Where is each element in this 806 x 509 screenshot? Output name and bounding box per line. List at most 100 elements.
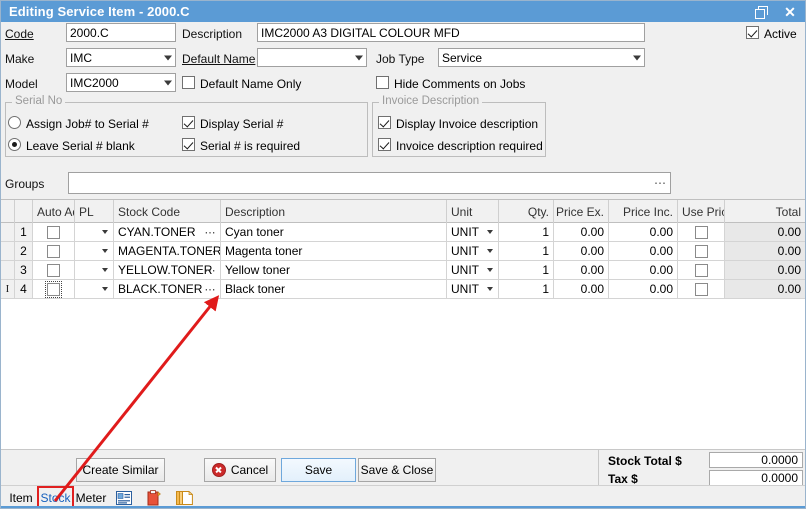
table-row[interactable]: I 4 BLACK.TONER ⋯ Black toner UNIT 1 0.0… [1, 280, 805, 299]
row-description-cell[interactable]: Yellow toner [221, 261, 447, 280]
create-similar-button[interactable]: Create Similar [76, 458, 165, 482]
auto-add-checkbox[interactable] [47, 245, 60, 258]
auto-add-checkbox[interactable] [47, 264, 60, 277]
groups-input[interactable]: ⋯ [68, 172, 671, 194]
row-unit-cell[interactable]: UNIT [447, 261, 499, 280]
row-pl-cell[interactable] [75, 223, 114, 242]
row-pl-cell[interactable] [75, 242, 114, 261]
stock-code-lookup-button[interactable]: ⋯ [205, 283, 217, 296]
row-indicator [1, 223, 15, 242]
invoice-description-required-label: Invoice description required [396, 139, 543, 153]
assign-job-radio[interactable] [8, 116, 21, 129]
row-stock-code-cell[interactable]: BLACK.TONER ⋯ [114, 280, 221, 299]
chevron-down-icon [102, 268, 108, 272]
default-name-only-checkbox[interactable] [182, 76, 195, 89]
job-type-select[interactable]: Service [438, 48, 645, 67]
row-qty-cell[interactable]: 1 [499, 223, 554, 242]
row-description-cell[interactable]: Cyan toner [221, 223, 447, 242]
auto-add-checkbox[interactable] [47, 226, 60, 239]
row-price-ex-cell[interactable]: 0.00 [554, 261, 609, 280]
groups-browse-button[interactable]: ⋯ [654, 177, 667, 189]
table-row[interactable]: 1 CYAN.TONER ⋯ Cyan toner UNIT 1 0.00 0.… [1, 223, 805, 242]
row-qty-cell[interactable]: 1 [499, 261, 554, 280]
grid-header-price-inc[interactable]: Price Inc. [609, 200, 678, 223]
stock-code-lookup-button[interactable]: ⋯ [205, 264, 217, 277]
make-select[interactable]: IMC [66, 48, 176, 67]
row-pl-cell[interactable] [75, 261, 114, 280]
grid-header-qty[interactable]: Qty. [499, 200, 554, 223]
grid-header-stock-code[interactable]: Stock Code [114, 200, 221, 223]
grid-header-price-ex[interactable]: Price Ex. [554, 200, 609, 223]
row-description-cell[interactable]: Black toner [221, 280, 447, 299]
tab-item[interactable]: Item [5, 488, 37, 507]
row-price-inc-cell[interactable]: 0.00 [609, 242, 678, 261]
row-pl-cell[interactable] [75, 280, 114, 299]
row-auto-add-cell[interactable] [33, 223, 75, 242]
copy-pages-icon-tab[interactable] [171, 488, 197, 507]
row-price-inc-cell[interactable]: 0.00 [609, 223, 678, 242]
table-row[interactable]: 3 YELLOW.TONER ⋯ Yellow toner UNIT 1 0.0… [1, 261, 805, 280]
row-price-ex-cell[interactable]: 0.00 [554, 242, 609, 261]
row-price-ex-cell[interactable]: 0.00 [554, 280, 609, 299]
use-price-checkbox[interactable] [695, 245, 708, 258]
row-description-cell[interactable]: Magenta toner [221, 242, 447, 261]
cancel-button[interactable]: Cancel [204, 458, 276, 482]
serial-required-checkbox[interactable] [182, 138, 195, 151]
row-use-price-cell[interactable] [678, 261, 725, 280]
save-and-close-button[interactable]: Save & Close [358, 458, 436, 482]
row-number: 1 [15, 223, 33, 242]
row-qty-cell[interactable]: 1 [499, 242, 554, 261]
row-stock-code-cell[interactable]: CYAN.TONER ⋯ [114, 223, 221, 242]
clipboard-icon-tab[interactable] [141, 488, 167, 507]
row-auto-add-cell[interactable] [33, 261, 75, 280]
groups-label: Groups [5, 177, 44, 191]
row-price-ex-cell[interactable]: 0.00 [554, 223, 609, 242]
use-price-checkbox[interactable] [695, 226, 708, 239]
job-type-label: Job Type [376, 52, 424, 66]
restore-button[interactable] [745, 1, 775, 22]
code-input[interactable]: 2000.C [66, 23, 176, 42]
details-list-icon-tab[interactable] [111, 488, 137, 507]
row-stock-code-cell[interactable]: MAGENTA.TONER ⋯ [114, 242, 221, 261]
model-select[interactable]: IMC2000 [66, 73, 176, 92]
save-button[interactable]: Save [281, 458, 356, 482]
row-price-inc-cell[interactable]: 0.00 [609, 280, 678, 299]
row-total-cell: 0.00 [725, 261, 805, 280]
invoice-description-required-checkbox[interactable] [378, 138, 391, 151]
row-unit-cell[interactable]: UNIT [447, 242, 499, 261]
row-qty-cell[interactable]: 1 [499, 280, 554, 299]
grid-header-description[interactable]: Description [221, 200, 447, 223]
use-price-checkbox[interactable] [695, 283, 708, 296]
chevron-down-icon [102, 249, 108, 253]
tab-meter[interactable]: Meter [74, 488, 108, 507]
active-checkbox[interactable] [746, 26, 759, 39]
row-use-price-cell[interactable] [678, 242, 725, 261]
auto-add-checkbox[interactable] [47, 283, 60, 296]
stock-code-lookup-button[interactable]: ⋯ [205, 226, 217, 239]
tax-value: 0.0000 [709, 470, 803, 486]
row-unit-cell[interactable]: UNIT [447, 223, 499, 242]
row-use-price-cell[interactable] [678, 280, 725, 299]
close-button[interactable]: ✕ [775, 1, 805, 22]
grid-header-auto-add[interactable]: Auto Add [33, 200, 75, 223]
use-price-checkbox[interactable] [695, 264, 708, 277]
table-row[interactable]: 2 MAGENTA.TONER ⋯ Magenta toner UNIT 1 0… [1, 242, 805, 261]
stock-code-lookup-button[interactable]: ⋯ [205, 245, 217, 258]
hide-comments-checkbox[interactable] [376, 76, 389, 89]
leave-serial-blank-radio[interactable] [8, 138, 21, 151]
grid-header-unit[interactable]: Unit [447, 200, 499, 223]
row-stock-code-cell[interactable]: YELLOW.TONER ⋯ [114, 261, 221, 280]
row-price-inc-cell[interactable]: 0.00 [609, 261, 678, 280]
copy-pages-icon [176, 490, 193, 506]
row-use-price-cell[interactable] [678, 223, 725, 242]
display-invoice-description-checkbox[interactable] [378, 116, 391, 129]
default-name-select[interactable] [257, 48, 367, 67]
row-auto-add-cell[interactable] [33, 242, 75, 261]
row-unit-cell[interactable]: UNIT [447, 280, 499, 299]
grid-header-use-price[interactable]: Use Price [678, 200, 725, 223]
grid-header-total[interactable]: Total [725, 200, 805, 223]
description-input[interactable]: IMC2000 A3 DIGITAL COLOUR MFD [257, 23, 645, 42]
row-auto-add-cell[interactable] [33, 280, 75, 299]
grid-header-pl[interactable]: PL [75, 200, 114, 223]
display-serial-checkbox[interactable] [182, 116, 195, 129]
